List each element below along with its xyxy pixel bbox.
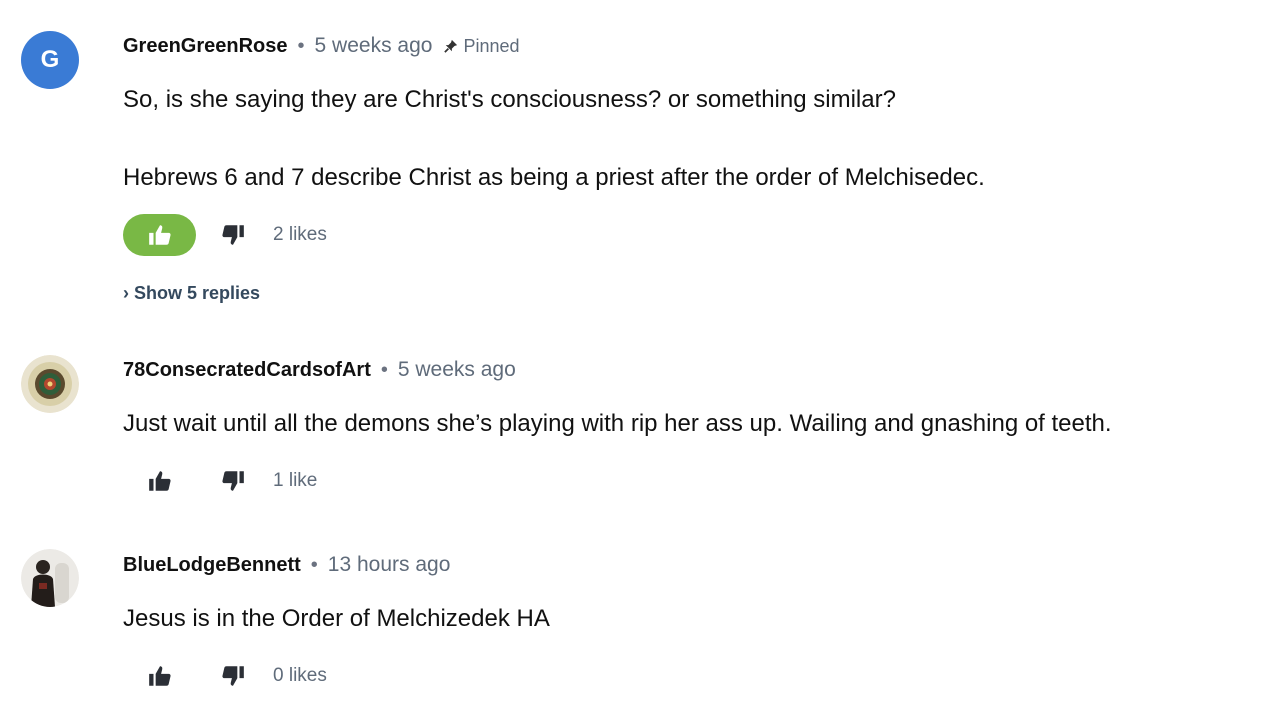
avatar[interactable] xyxy=(21,355,79,413)
likes-count: 1 like xyxy=(273,470,318,491)
show-replies-button[interactable]: › Show 5 replies xyxy=(123,283,260,304)
author-name[interactable]: GreenGreenRose xyxy=(123,35,288,58)
comment-actions: 1 like xyxy=(123,460,317,502)
comment-text-line: So, is she saying they are Christ's cons… xyxy=(123,86,896,113)
thumbs-up-icon xyxy=(148,471,171,491)
like-button[interactable] xyxy=(123,460,196,502)
timestamp[interactable]: 5 weeks ago xyxy=(315,34,433,58)
comment-text-line: Jesus is in the Order of Melchizedek HA xyxy=(123,605,550,632)
avatar-image xyxy=(21,355,79,413)
pin-icon xyxy=(444,39,458,53)
thumbs-down-icon xyxy=(222,471,244,491)
thumbs-up-icon xyxy=(148,225,171,245)
avatar[interactable] xyxy=(21,549,79,607)
author-name[interactable]: BlueLodgeBennett xyxy=(123,554,301,577)
comment-header: BlueLodgeBennett • 13 hours ago xyxy=(123,553,450,577)
pinned-badge: Pinned xyxy=(444,35,520,57)
thumbs-up-icon xyxy=(148,666,171,686)
avatar-letter: G xyxy=(40,46,60,73)
like-button[interactable] xyxy=(123,655,196,697)
separator-dot: • xyxy=(310,553,318,576)
comment-text-line: Hebrews 6 and 7 describe Christ as being… xyxy=(123,164,985,191)
avatar-image xyxy=(21,549,79,607)
dislike-button[interactable] xyxy=(213,655,253,697)
thumbs-down-icon xyxy=(222,666,244,686)
separator-dot: • xyxy=(380,358,388,381)
author-name[interactable]: 78ConsecratedCardsofArt xyxy=(123,359,371,382)
thumbs-down-icon xyxy=(222,225,244,245)
dislike-button[interactable] xyxy=(213,214,253,256)
avatar[interactable]: G xyxy=(21,31,79,89)
likes-count: 2 likes xyxy=(273,224,327,245)
comment-actions: 0 likes xyxy=(123,655,327,697)
dislike-button[interactable] xyxy=(213,460,253,502)
comment-text-line: Just wait until all the demons she’s pla… xyxy=(123,410,1112,437)
likes-count: 0 likes xyxy=(273,665,327,686)
comment-header: 78ConsecratedCardsofArt • 5 weeks ago xyxy=(123,358,516,382)
comment-header: GreenGreenRose • 5 weeks ago Pinned xyxy=(123,34,520,58)
comment-actions: 2 likes xyxy=(123,214,327,256)
like-button[interactable] xyxy=(123,214,196,256)
separator-dot: • xyxy=(297,34,305,57)
timestamp[interactable]: 5 weeks ago xyxy=(398,358,516,382)
timestamp[interactable]: 13 hours ago xyxy=(328,553,451,577)
pinned-label: Pinned xyxy=(463,35,520,56)
